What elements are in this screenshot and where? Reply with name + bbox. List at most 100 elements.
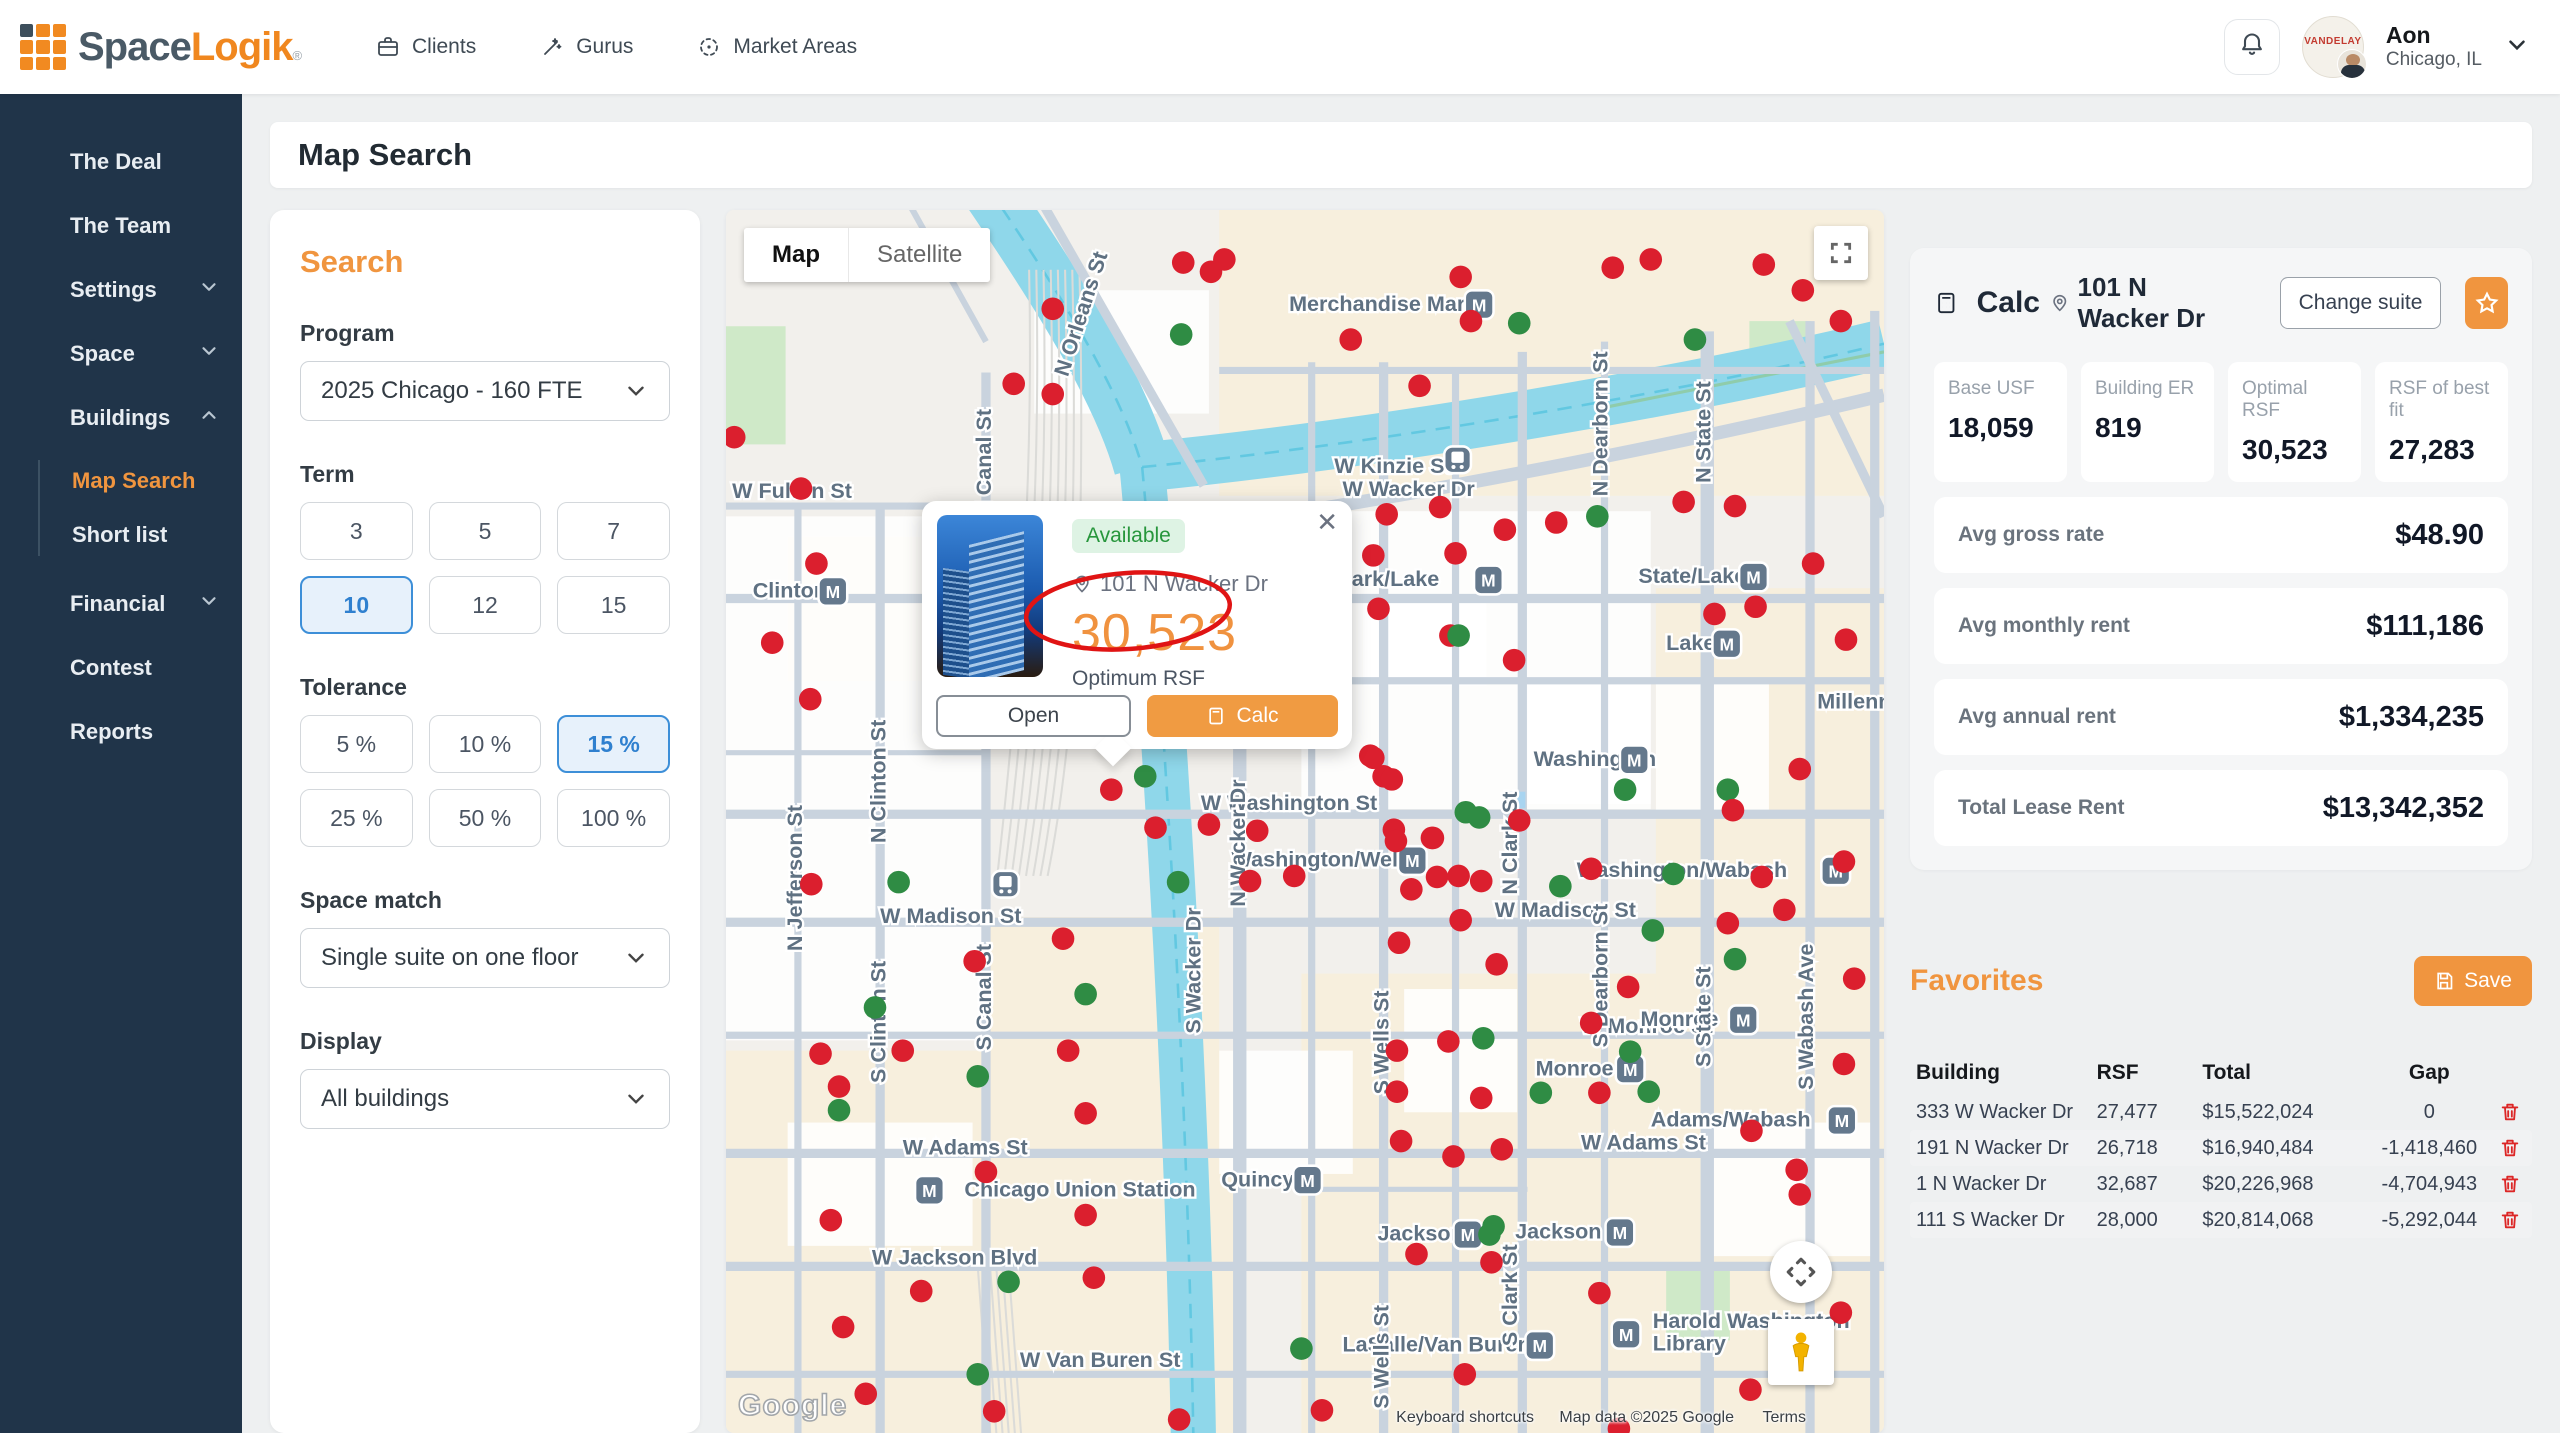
change-suite-button[interactable]: Change suite [2279,277,2442,329]
building-marker-green[interactable] [1613,778,1637,801]
building-marker-green[interactable] [1529,1081,1553,1105]
delete-favorite-button[interactable] [2499,1101,2521,1123]
building-marker-green[interactable] [1637,1080,1661,1104]
keyboard-shortcuts-link[interactable]: Keyboard shortcuts [1396,1409,1534,1427]
building-marker-red[interactable] [1744,595,1767,619]
building-marker-red[interactable] [1425,865,1449,889]
building-marker-green[interactable] [1507,311,1531,335]
space-match-select[interactable]: Single suite on one floor [300,928,670,988]
building-marker-red[interactable] [1723,494,1747,518]
building-marker-red[interactable] [1788,1183,1812,1206]
building-marker-red[interactable] [1367,597,1390,621]
building-marker-red[interactable] [1449,265,1472,289]
building-marker-red[interactable] [1385,1039,1409,1062]
building-marker-green[interactable] [1447,624,1470,647]
building-marker-green[interactable] [966,1362,990,1386]
building-marker-red[interactable] [1444,542,1467,565]
building-marker-green[interactable] [1618,1040,1642,1063]
sidebar-item-settings[interactable]: Settings [0,258,242,322]
term-option-5[interactable]: 5 [428,502,542,560]
building-marker-red[interactable] [1791,278,1815,302]
building-marker-green[interactable] [1478,1223,1501,1246]
display-select[interactable]: All buildings [300,1069,670,1129]
building-marker-red[interactable] [1310,1398,1334,1422]
building-marker-red[interactable] [1074,1203,1097,1227]
building-marker-green[interactable] [827,1098,851,1122]
building-marker-red[interactable] [1716,911,1740,935]
building-marker-red[interactable] [1100,778,1123,801]
sidebar-item-buildings[interactable]: Buildings [0,386,242,450]
building-marker-red[interactable] [1502,648,1526,672]
map-view-button[interactable]: Map [744,228,848,282]
tolerance-option-50%[interactable]: 50 % [428,789,542,847]
building-marker-red[interactable] [1703,602,1726,626]
satellite-view-button[interactable]: Satellite [848,228,991,282]
map-canvas[interactable]: W Kinzie StMerchandise MartW Fulton StW … [726,210,1884,1433]
building-marker-red[interactable] [805,552,828,575]
building-marker-green[interactable] [1290,1337,1313,1360]
building-marker-red[interactable] [1245,819,1269,843]
building-marker-red[interactable] [1616,975,1640,999]
building-marker-red[interactable] [809,1042,832,1066]
open-button[interactable]: Open [936,695,1131,737]
building-marker-red[interactable] [1171,251,1195,274]
tolerance-option-15%[interactable]: 15 % [557,715,670,773]
building-marker-red[interactable] [1752,253,1776,276]
building-marker-green[interactable] [1683,328,1707,351]
building-marker-red[interactable] [1480,1250,1503,1274]
building-marker-red[interactable] [1437,1030,1460,1053]
building-marker-red[interactable] [1493,518,1517,541]
building-marker-green[interactable] [863,996,887,1019]
building-marker-red[interactable] [1834,628,1858,651]
building-marker-red[interactable] [1213,248,1236,271]
building-marker-red[interactable] [1739,1378,1762,1402]
building-marker-red[interactable] [1041,382,1065,406]
building-marker-red[interactable] [1447,864,1470,888]
pegman-control[interactable] [1768,1319,1834,1385]
building-marker-red[interactable] [1588,1081,1611,1105]
tolerance-option-25%[interactable]: 25 % [300,789,413,847]
building-marker-red[interactable] [982,1399,1006,1423]
save-button[interactable]: Save [2414,956,2532,1006]
brand-logo[interactable]: SpaceLogik® [0,24,330,70]
building-marker-red[interactable] [819,1208,843,1232]
building-marker-red[interactable] [1405,1242,1428,1266]
building-marker-red[interactable] [1801,552,1825,575]
building-marker-red[interactable] [1362,544,1385,567]
building-marker-red[interactable] [1167,1408,1191,1431]
building-marker-red[interactable] [1387,931,1411,955]
building-marker-red[interactable] [974,1160,998,1184]
building-marker-red[interactable] [1384,829,1408,853]
building-marker-red[interactable] [1750,865,1774,889]
building-marker-red[interactable] [1785,1158,1808,1182]
building-marker-red[interactable] [1788,757,1812,781]
chevron-down-icon[interactable] [2504,32,2530,63]
building-marker-green[interactable] [966,1065,990,1088]
building-marker-red[interactable] [799,872,823,896]
term-option-7[interactable]: 7 [557,502,670,560]
building-marker-red[interactable] [1842,967,1866,991]
term-option-15[interactable]: 15 [557,576,670,634]
building-marker-red[interactable] [1449,908,1472,932]
building-marker-red[interactable] [1002,372,1026,396]
building-marker-red[interactable] [891,1039,915,1062]
term-option-12[interactable]: 12 [428,576,542,634]
building-marker-red[interactable] [1740,1119,1763,1143]
building-marker-red[interactable] [1362,746,1385,770]
building-marker-red[interactable] [760,631,784,655]
building-marker-red[interactable] [1579,857,1603,881]
building-marker-red[interactable] [1339,328,1363,351]
term-option-3[interactable]: 3 [300,502,413,560]
close-icon[interactable]: ✕ [1316,509,1338,535]
building-marker-red[interactable] [1442,1145,1465,1168]
building-marker-red[interactable] [1238,869,1262,893]
sidebar-subitem-map-search[interactable]: Map Search [0,454,242,508]
building-marker-green[interactable] [1641,919,1665,942]
sidebar-item-reports[interactable]: Reports [0,700,242,764]
building-marker-red[interactable] [909,1279,933,1303]
building-marker-red[interactable] [1672,490,1695,514]
building-marker-red[interactable] [1490,1137,1514,1161]
tolerance-option-10%[interactable]: 10 % [428,715,542,773]
terms-link[interactable]: Terms [1762,1409,1806,1427]
sidebar-item-financial[interactable]: Financial [0,572,242,636]
